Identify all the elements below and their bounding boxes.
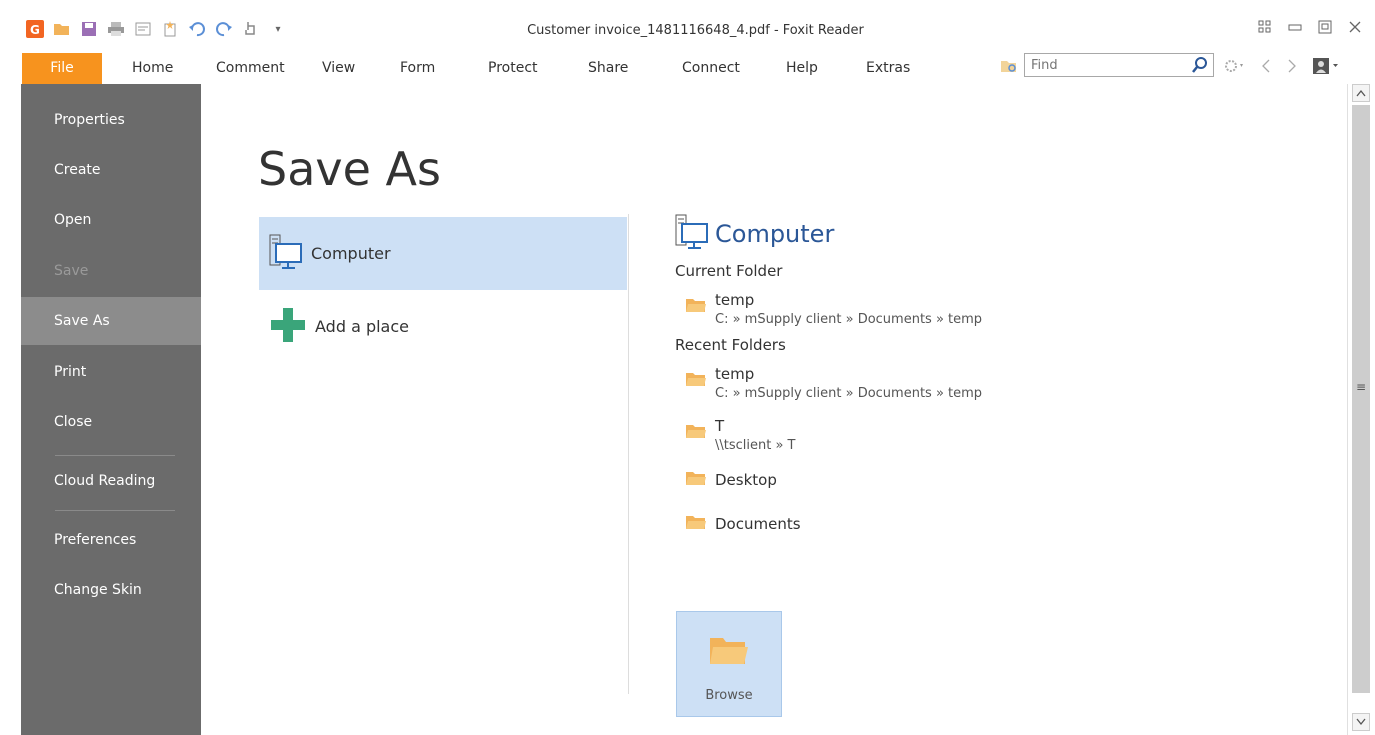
nav-separator xyxy=(55,455,175,456)
find-input[interactable] xyxy=(1025,54,1175,76)
folder-icon xyxy=(709,634,749,670)
recent-folder-item[interactable]: temp C: » mSupply client » Documents » t… xyxy=(685,364,1175,404)
scroll-thumb[interactable] xyxy=(1352,105,1370,693)
current-folder-item[interactable]: temp C: » mSupply client » Documents » t… xyxy=(685,290,1175,330)
folder-icon xyxy=(685,296,707,318)
folder-name: temp xyxy=(715,365,755,383)
nav-save-as[interactable]: Save As xyxy=(21,297,201,345)
vertical-scrollbar[interactable]: ≡ xyxy=(1347,84,1375,735)
tab-connect[interactable]: Connect xyxy=(668,53,754,84)
close-icon[interactable] xyxy=(1347,19,1363,35)
window-title: Customer invoice_1481116648_4.pdf - Foxi… xyxy=(527,23,864,38)
recent-folder-item[interactable]: Documents xyxy=(685,504,1175,544)
restore-icon[interactable] xyxy=(1317,19,1333,35)
place-label: Computer xyxy=(311,244,391,263)
folder-name: temp xyxy=(715,291,755,309)
backstage-nav: Properties Create Open Save Save As Prin… xyxy=(21,84,201,735)
folder-path: \\tsclient » T xyxy=(715,438,796,453)
search-icon[interactable] xyxy=(1191,56,1209,78)
place-computer[interactable]: Computer xyxy=(259,217,627,290)
user-account-icon[interactable] xyxy=(1312,57,1340,79)
scroll-up-icon[interactable] xyxy=(1352,84,1370,102)
current-folder-label: Current Folder xyxy=(675,262,783,280)
title-bar: G ▾ Customer invoice_1481116648_4.pdf - … xyxy=(16,8,1375,53)
recent-folders-label: Recent Folders xyxy=(675,336,786,354)
tab-file[interactable]: File xyxy=(22,53,102,84)
nav-cloud-reading[interactable]: Cloud Reading xyxy=(21,457,201,505)
find-folder-icon[interactable] xyxy=(1000,57,1018,79)
tab-view[interactable]: View xyxy=(308,53,369,84)
scroll-down-icon[interactable] xyxy=(1352,713,1370,731)
folder-icon xyxy=(685,513,707,535)
ribbon-right-icons xyxy=(1224,57,1340,79)
folder-path: C: » mSupply client » Documents » temp xyxy=(715,312,983,327)
recent-folder-item[interactable]: Desktop xyxy=(685,460,1175,500)
app-window: G ▾ Customer invoice_1481116648_4.pdf - … xyxy=(0,0,1375,735)
gear-icon[interactable] xyxy=(1224,58,1246,78)
previous-icon[interactable] xyxy=(1260,58,1272,78)
tab-home[interactable]: Home xyxy=(118,53,187,84)
tab-protect[interactable]: Protect xyxy=(474,53,552,84)
places-list: Computer Add a place xyxy=(259,217,627,363)
tab-share[interactable]: Share xyxy=(574,53,642,84)
folder-icon xyxy=(685,469,707,491)
detail-header: Computer xyxy=(675,214,1175,254)
folder-name: T xyxy=(715,417,725,435)
plus-icon xyxy=(269,306,307,348)
browse-label: Browse xyxy=(705,688,753,703)
divider xyxy=(628,214,629,694)
nav-close[interactable]: Close xyxy=(21,398,201,446)
window-controls xyxy=(1257,19,1363,35)
folder-icon xyxy=(685,370,707,392)
ribbon-tabs: File Home Comment View Form Protect Shar… xyxy=(16,53,1375,84)
computer-detail: Computer Current Folder temp C: » mSuppl… xyxy=(675,214,1175,544)
nav-print[interactable]: Print xyxy=(21,348,201,396)
backstage-content: Save As Computer Add a place Computer Cu… xyxy=(201,84,1347,735)
ribbon-display-icon[interactable] xyxy=(1257,19,1273,35)
computer-icon xyxy=(269,234,303,274)
recent-folder-item[interactable]: T \\tsclient » T xyxy=(685,416,1175,456)
scroll-grip-icon: ≡ xyxy=(1355,380,1367,394)
tab-help[interactable]: Help xyxy=(772,53,832,84)
nav-open[interactable]: Open xyxy=(21,196,201,244)
find-box xyxy=(1024,53,1214,77)
next-icon[interactable] xyxy=(1286,58,1298,78)
folder-path: C: » mSupply client » Documents » temp xyxy=(715,386,983,401)
folder-name: Desktop xyxy=(715,471,777,489)
folder-icon xyxy=(685,422,707,444)
nav-properties[interactable]: Properties xyxy=(21,96,201,144)
nav-save: Save xyxy=(54,263,89,279)
browse-button[interactable]: Browse xyxy=(676,611,782,717)
tab-comment[interactable]: Comment xyxy=(202,53,299,84)
tab-form[interactable]: Form xyxy=(386,53,449,84)
page-title: Save As xyxy=(258,142,441,196)
nav-change-skin[interactable]: Change Skin xyxy=(21,566,201,614)
nav-create[interactable]: Create xyxy=(21,146,201,194)
nav-separator xyxy=(55,510,175,511)
folder-name: Documents xyxy=(715,515,801,533)
minimize-icon[interactable] xyxy=(1287,19,1303,35)
tab-extras[interactable]: Extras xyxy=(852,53,924,84)
detail-heading: Computer xyxy=(715,220,835,248)
computer-icon xyxy=(675,214,709,254)
nav-preferences[interactable]: Preferences xyxy=(21,516,201,564)
place-add[interactable]: Add a place xyxy=(259,290,627,363)
place-label: Add a place xyxy=(315,317,409,336)
